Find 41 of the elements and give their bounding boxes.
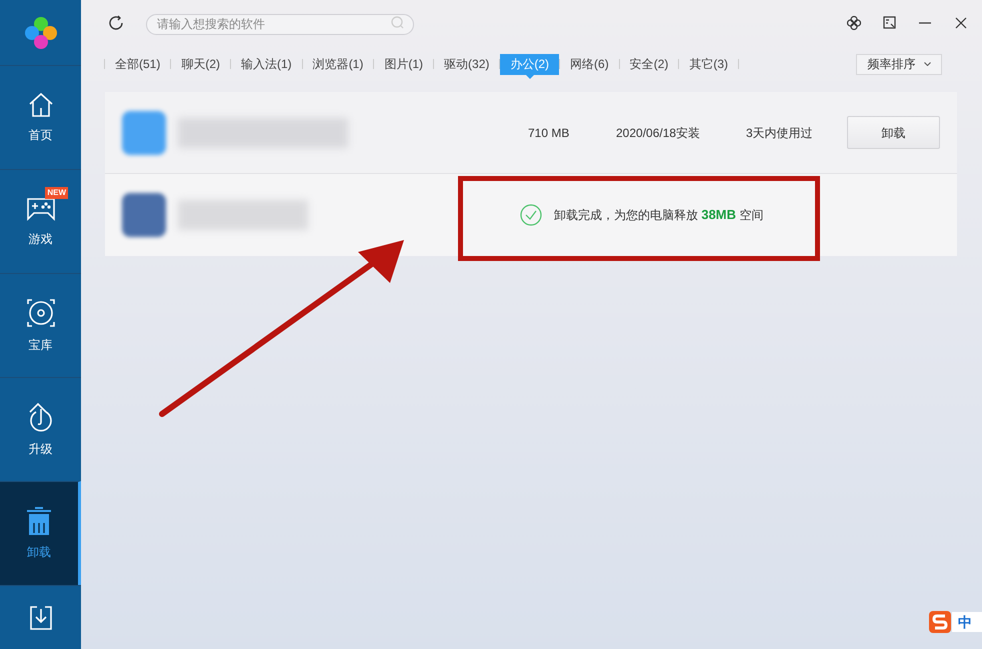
category-tab[interactable]: 网络(6) (560, 54, 619, 74)
sort-dropdown[interactable]: 频率排序 (856, 54, 942, 74)
new-badge: NEW (45, 187, 68, 199)
uninstall-button[interactable]: 卸载 (847, 116, 940, 149)
sidebar-item[interactable]: 卸载 (0, 481, 81, 585)
search-icon (391, 16, 404, 29)
app-size: 710 MB (528, 124, 570, 142)
clover-outline-icon[interactable] (847, 16, 861, 30)
category-tab[interactable]: 浏览器(1) (302, 54, 374, 74)
blurred-app-icon (122, 193, 166, 237)
gamepad-icon (26, 196, 56, 222)
ime-logo (928, 610, 952, 634)
search-field[interactable]: 请输入想搜索的软件 (146, 14, 414, 34)
category-tab[interactable]: 图片(1) (374, 54, 434, 74)
last-used: 3天内使用过 (746, 124, 814, 142)
refresh-icon[interactable] (108, 14, 124, 30)
disc-icon (26, 298, 56, 328)
caret-icon (924, 62, 930, 66)
category-tab[interactable]: 聊天(2) (171, 54, 230, 74)
blurred-app-icon (122, 110, 166, 154)
category-tab[interactable]: 输入法(1) (231, 54, 302, 74)
upgrade-arrow-icon (26, 402, 54, 432)
clover-logo (24, 16, 58, 50)
close-icon[interactable] (954, 16, 968, 30)
category-tab[interactable]: 全部(51) (105, 54, 170, 74)
ime-mode[interactable]: 中 (952, 612, 982, 632)
uninstall-complete-message: 卸载完成，为您的电脑释放 38MB 空间 (554, 206, 764, 224)
window-icon[interactable] (883, 16, 896, 29)
install-date: 2020/06/18安装 (616, 124, 702, 142)
trash-icon (26, 506, 52, 534)
category-tab[interactable]: 驱动(32) (434, 54, 500, 74)
download-icon (30, 606, 52, 630)
category-tab[interactable]: 其它(3) (679, 54, 738, 74)
check-circle-icon (520, 204, 542, 226)
category-tab[interactable]: 安全(2) (620, 54, 678, 74)
sidebar-label: 卸载 (27, 544, 51, 560)
sidebar-label: 首页 (28, 126, 52, 144)
sidebar-label: 宝库 (28, 336, 52, 354)
sidebar-label: 升级 (28, 440, 52, 458)
sidebar-label: 游戏 (28, 230, 52, 248)
home-icon (28, 92, 54, 118)
